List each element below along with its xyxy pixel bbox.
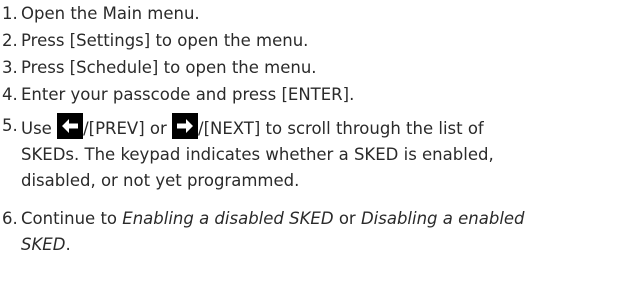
use-text: Use <box>21 119 52 138</box>
step-number: 1. <box>2 4 18 23</box>
right-arrow-key-icon <box>172 113 199 139</box>
left-arrow-key-icon <box>57 113 84 139</box>
step-text: Enter your passcode and press [ENTER]. <box>21 85 355 104</box>
disable-sked-reference-cont: SKED <box>21 235 66 254</box>
step-number: 5. <box>2 116 18 135</box>
step-text: Open the Main menu. <box>21 4 200 23</box>
step-text: Continue to Enabling a disabled SKED or … <box>21 206 621 258</box>
prev-label: /[PREV] or <box>83 119 167 138</box>
continue-text: Continue to <box>21 209 118 228</box>
step-5-line-3: disabled, or not yet programmed. <box>21 171 300 190</box>
step-5-line-1: Use /[PREV] or /[NEXT] to scroll through… <box>21 113 621 142</box>
step-text: Press [Settings] to open the menu. <box>21 31 309 50</box>
enable-sked-reference: Enabling a disabled SKED <box>122 209 334 228</box>
step-6-line-2: SKED. <box>21 232 621 258</box>
step-text: Use /[PREV] or /[NEXT] to scroll through… <box>21 113 621 194</box>
step-number: 4. <box>2 85 18 104</box>
next-label: /[NEXT] to scroll through the list of <box>198 119 484 138</box>
step-6-line-1: Continue to Enabling a disabled SKED or … <box>21 206 621 232</box>
step-number: 6. <box>2 209 18 228</box>
disable-sked-reference: Disabling a enabled <box>360 209 525 228</box>
step-number: 2. <box>2 31 18 50</box>
or-text: or <box>338 209 356 228</box>
step-number: 3. <box>2 58 18 77</box>
step-5-line-2: SKEDs. The keypad indicates whether a SK… <box>21 145 494 164</box>
step-text: Press [Schedule] to open the menu. <box>21 58 317 77</box>
period: . <box>65 235 71 254</box>
